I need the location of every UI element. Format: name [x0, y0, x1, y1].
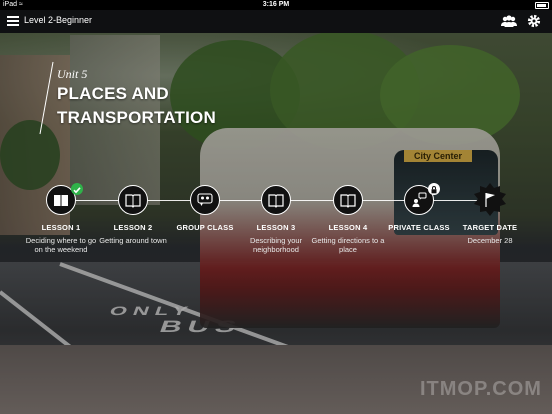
timeline-subtitle: Getting around town	[99, 236, 167, 245]
unit-title-line-1: PLACES AND	[57, 84, 169, 103]
unit-label: Unit 5	[57, 67, 88, 81]
timeline-subtitle: December 28	[467, 236, 513, 245]
status-bar: iPad ≈ 3:16 PM	[0, 0, 552, 10]
unit-title-line-2: TRANSPORTATION	[57, 108, 216, 127]
unit-slash-decoration	[39, 61, 54, 135]
timeline-title: PRIVATE CLASS	[388, 223, 450, 232]
people-icon[interactable]	[500, 14, 518, 28]
completed-check-icon	[71, 183, 83, 195]
book-icon	[268, 194, 284, 208]
timeline-title: LESSON 4	[328, 223, 368, 232]
watermark: ITMOP.COM	[420, 378, 542, 400]
hamburger-icon[interactable]	[7, 16, 19, 26]
status-time: 3:16 PM	[262, 1, 290, 8]
timeline-subtitle: Deciding where to go on the weekend	[25, 236, 97, 254]
battery-icon	[535, 2, 549, 9]
timeline-node-group-class[interactable]	[190, 185, 220, 215]
timeline-title: LESSON 2	[113, 223, 153, 232]
timeline-subtitle: Getting directions to a place	[311, 236, 385, 254]
timeline-title: TARGET DATE	[462, 223, 518, 232]
group-chat-icon	[197, 193, 213, 206]
book-icon	[340, 194, 356, 208]
timeline-title: LESSON 1	[41, 223, 81, 232]
book-icon	[125, 194, 141, 208]
app-title: Level 2-Beginner	[24, 15, 93, 25]
app-bar: Level 2-Beginner	[0, 10, 552, 33]
timeline-title: GROUP CLASS	[176, 223, 234, 232]
target-date-marker[interactable]	[473, 183, 507, 217]
timeline-title: LESSON 3	[256, 223, 296, 232]
timeline-node-lesson-2[interactable]	[118, 185, 148, 215]
gear-icon[interactable]	[527, 14, 541, 28]
timeline-node-lesson-4[interactable]	[333, 185, 363, 215]
timeline-subtitle: Describing your neighborhood	[249, 236, 303, 254]
lock-icon	[428, 183, 440, 195]
timeline-node-lesson-3[interactable]	[261, 185, 291, 215]
private-chat-icon	[412, 192, 427, 207]
book-icon	[54, 195, 68, 206]
flag-icon	[474, 183, 506, 216]
unit-title: PLACES AND TRANSPORTATION	[57, 82, 216, 130]
